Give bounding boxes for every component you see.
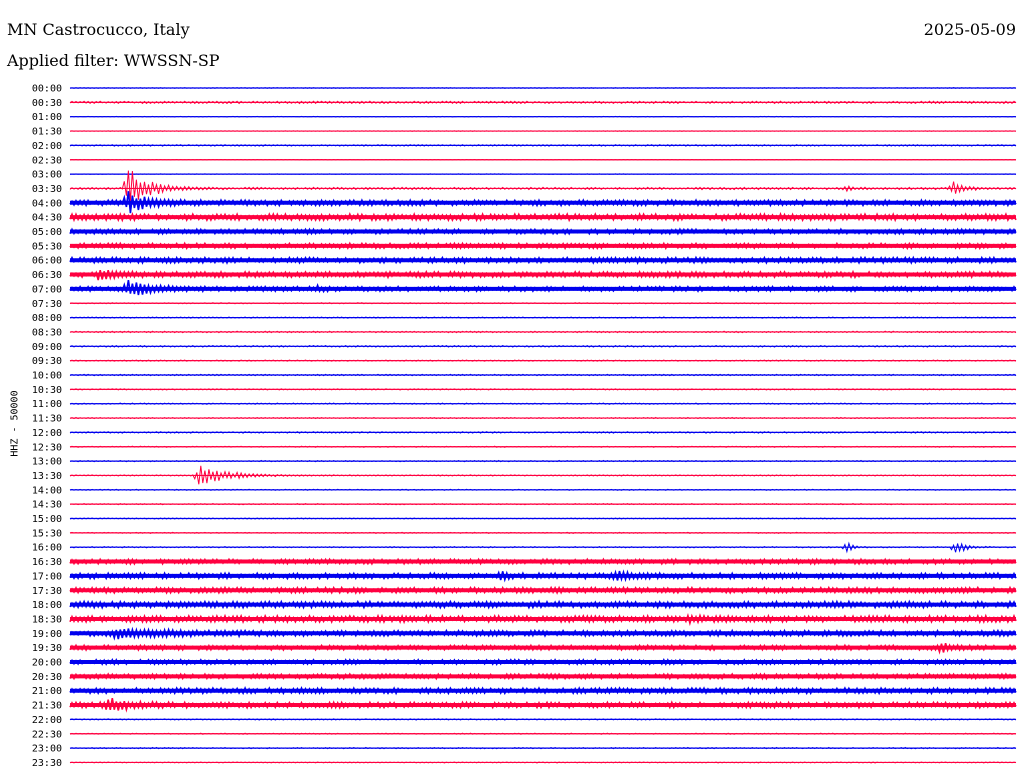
time-tick-label: 01:30 <box>32 127 62 138</box>
time-tick-label: 18:30 <box>32 614 62 625</box>
time-tick-label: 05:00 <box>32 227 62 238</box>
time-tick-label: 15:00 <box>32 514 62 525</box>
time-tick-label: 14:00 <box>32 485 62 496</box>
time-tick-label: 09:30 <box>32 356 62 367</box>
time-tick-label: 16:30 <box>32 557 62 568</box>
time-tick-label: 08:00 <box>32 313 62 324</box>
time-tick-label: 22:30 <box>32 729 62 740</box>
time-tick-label: 21:30 <box>32 701 62 712</box>
time-tick-label: 09:00 <box>32 342 62 353</box>
time-tick-label: 06:30 <box>32 270 62 281</box>
time-tick-label: 13:30 <box>32 471 62 482</box>
time-tick-label: 00:30 <box>32 98 62 109</box>
time-tick-label: 23:30 <box>32 758 62 769</box>
time-tick-label: 00:00 <box>32 84 62 95</box>
time-tick-label: 02:00 <box>32 141 62 152</box>
time-tick-label: 05:30 <box>32 241 62 252</box>
time-tick-label: 10:30 <box>32 385 62 396</box>
time-tick-label: 10:00 <box>32 371 62 382</box>
time-tick-label: 08:30 <box>32 327 62 338</box>
time-tick-label: 21:00 <box>32 686 62 697</box>
time-tick-label: 17:30 <box>32 586 62 597</box>
time-tick-label: 23:00 <box>32 744 62 755</box>
time-tick-label: 16:00 <box>32 543 62 554</box>
time-tick-label: 19:30 <box>32 643 62 654</box>
seismic-trace <box>69 170 1017 202</box>
time-tick-label: 04:30 <box>32 213 62 224</box>
time-tick-label: 07:30 <box>32 299 62 310</box>
time-tick-label: 03:00 <box>32 170 62 181</box>
time-tick-label: 11:00 <box>32 399 62 410</box>
helicorder-plot: 00:00 00:30 01:00 01:30 02:00 02:30 03:00 03:30… <box>32 84 1017 769</box>
time-tick-label: 20:30 <box>32 672 62 683</box>
time-tick-label: 06:00 <box>32 256 62 267</box>
time-tick-label: 19:00 <box>32 629 62 640</box>
time-tick-label: 01:00 <box>32 112 62 123</box>
time-tick-label: 15:30 <box>32 528 62 539</box>
time-tick-label: 03:30 <box>32 184 62 195</box>
time-tick-label: 13:00 <box>32 457 62 468</box>
time-tick-label: 02:30 <box>32 155 62 166</box>
time-tick-label: 17:00 <box>32 571 62 582</box>
time-tick-label: 04:00 <box>32 198 62 209</box>
time-tick-label: 07:00 <box>32 284 62 295</box>
time-tick-label: 12:00 <box>32 428 62 439</box>
time-tick-label: 22:00 <box>32 715 62 726</box>
time-tick-label: 18:00 <box>32 600 62 611</box>
time-tick-label: 11:30 <box>32 414 62 425</box>
time-tick-label: 20:00 <box>32 658 62 669</box>
time-tick-label: 14:30 <box>32 500 62 511</box>
time-tick-label: 12:30 <box>32 442 62 453</box>
